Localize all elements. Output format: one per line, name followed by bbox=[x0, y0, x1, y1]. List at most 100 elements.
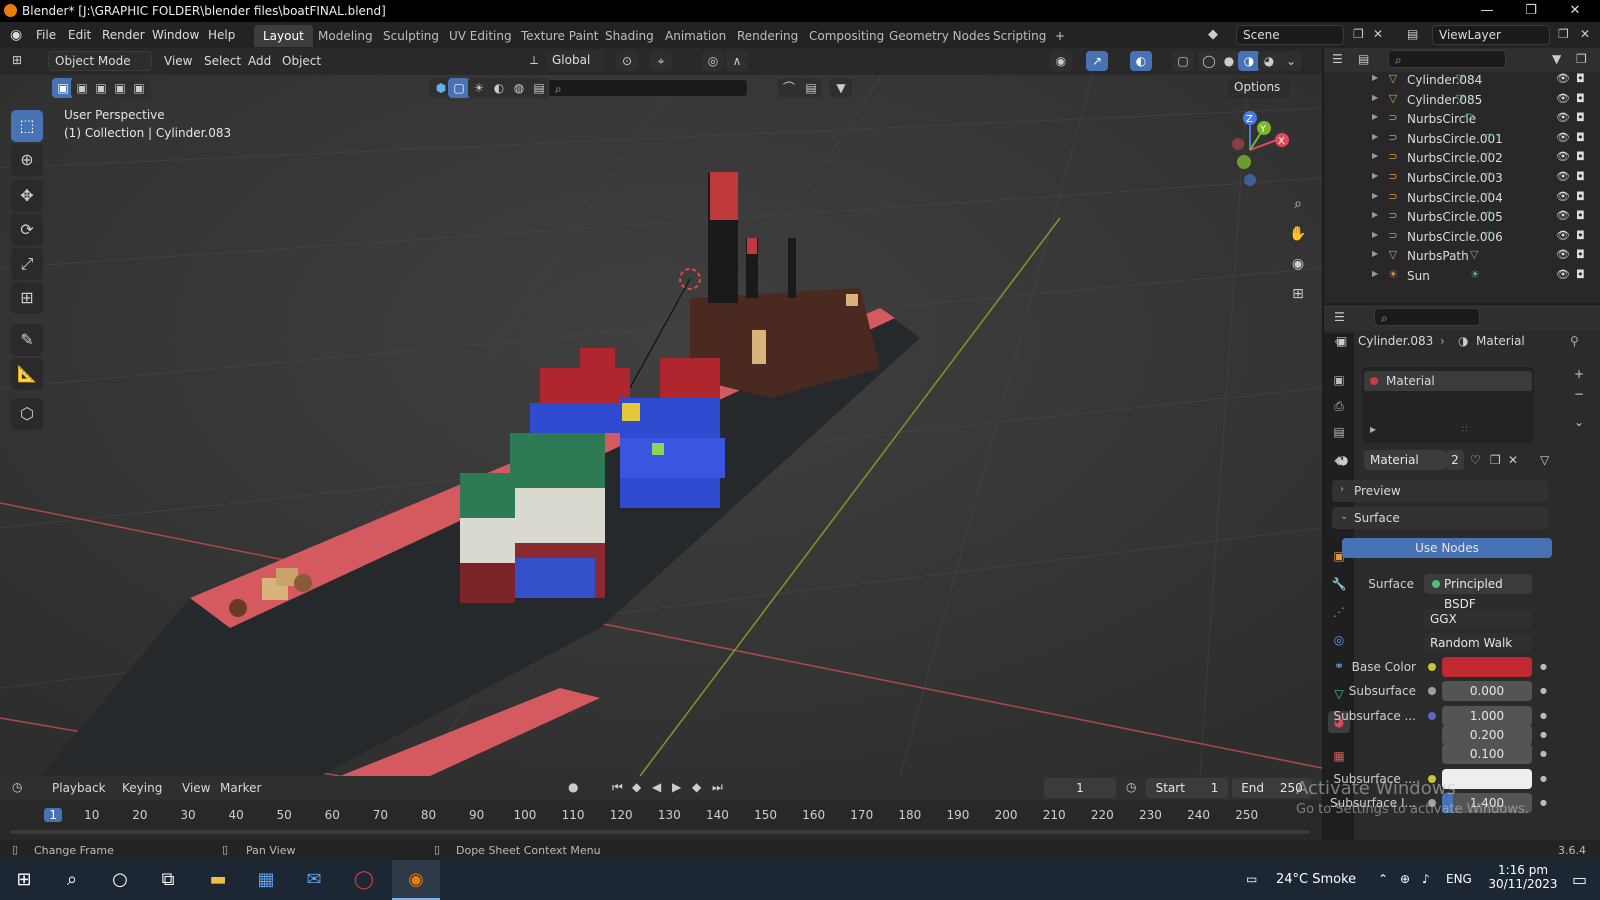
outliner-item[interactable]: ▶ ▽ NurbsPath ▽ 👁 ◘ bbox=[1324, 246, 1600, 266]
base-color-swatch[interactable] bbox=[1442, 657, 1532, 677]
wireframe-shading-icon[interactable]: ◯ bbox=[1198, 51, 1220, 71]
particles-tab-icon[interactable]: ⋰ bbox=[1328, 601, 1350, 623]
keyframe-dot-icon[interactable]: ● bbox=[1540, 711, 1547, 720]
outliner-item[interactable]: ▶ ⊃ NurbsCircle ⌒ 👁 ◘ bbox=[1324, 109, 1600, 129]
file-explorer-icon[interactable]: ▬ bbox=[206, 868, 230, 892]
expand-arrow-icon[interactable]: ▶ bbox=[1372, 269, 1378, 278]
minimize-button[interactable]: — bbox=[1464, 0, 1510, 22]
blender-menu-icon[interactable]: ◉ bbox=[10, 27, 22, 43]
options-dropdown[interactable]: Options bbox=[1228, 78, 1290, 98]
visibility-eye-icon[interactable]: 👁 bbox=[1556, 131, 1570, 144]
render-camera-icon[interactable]: ◘ bbox=[1576, 209, 1585, 222]
curve-data-icon[interactable]: ⌒ bbox=[1484, 209, 1495, 225]
visibility-eye-icon[interactable]: 👁 bbox=[1556, 209, 1570, 222]
visibility-eye-icon[interactable]: 👁 bbox=[1556, 229, 1570, 242]
display-mode-icon[interactable]: ▤ bbox=[1358, 52, 1369, 66]
expand-arrow-icon[interactable]: ▶ bbox=[1372, 230, 1378, 239]
distribution-dropdown[interactable]: GGX bbox=[1424, 609, 1532, 629]
maximize-button[interactable]: ❐ bbox=[1508, 0, 1554, 22]
task-view-icon[interactable]: ⧉ bbox=[156, 868, 180, 892]
mesh-data-icon[interactable]: ▽ bbox=[1456, 92, 1464, 105]
curve-data-icon[interactable]: ⌒ bbox=[1484, 229, 1495, 245]
tab-scripting[interactable]: Scripting bbox=[984, 25, 1055, 47]
solid-shading-icon[interactable]: ● bbox=[1218, 51, 1240, 71]
outliner-item[interactable]: ▶ ⊃ NurbsCircle.002 ⌒ 👁 ◘ bbox=[1324, 148, 1600, 168]
close-window-button[interactable]: ✕ bbox=[1552, 0, 1598, 22]
clock[interactable]: 1:16 pm 30/11/2023 bbox=[1488, 863, 1558, 891]
notifications-icon[interactable]: ▭ bbox=[1572, 870, 1587, 889]
material-slot-row[interactable]: Material bbox=[1364, 371, 1532, 391]
use-nodes-button[interactable]: Use Nodes bbox=[1342, 538, 1552, 558]
zoom-icon[interactable]: ⌕ bbox=[1286, 192, 1310, 216]
measure-tool-icon[interactable]: 📐 bbox=[11, 358, 43, 390]
curve-data-icon[interactable]: ⌒ bbox=[1484, 170, 1495, 186]
shader-input-field[interactable]: 1.000 bbox=[1442, 706, 1532, 726]
store-icon[interactable]: ▦ bbox=[254, 868, 278, 892]
menu-help[interactable]: Help bbox=[208, 28, 235, 42]
render-camera-icon[interactable]: ◘ bbox=[1576, 131, 1585, 144]
visibility-eye-icon[interactable]: 👁 bbox=[1556, 92, 1570, 105]
add-slot-icon[interactable]: + bbox=[1574, 367, 1584, 381]
outliner-item[interactable]: ▶ ▽ Cylinder.084 ▽ 👁 ◘ bbox=[1324, 70, 1600, 90]
tab-sculpting[interactable]: Sculpting bbox=[374, 25, 448, 47]
expand-slot-icon[interactable]: ▶ bbox=[1370, 425, 1376, 434]
expand-arrow-icon[interactable]: ▶ bbox=[1372, 93, 1378, 102]
remove-slot-icon[interactable]: − bbox=[1574, 387, 1584, 401]
tab-shading[interactable]: Shading bbox=[596, 25, 663, 47]
render-camera-icon[interactable]: ◘ bbox=[1576, 170, 1585, 183]
properties-editor-icon[interactable]: ☰ bbox=[1334, 310, 1345, 324]
pan-hand-icon[interactable]: ✋ bbox=[1286, 222, 1310, 246]
render-camera-icon[interactable]: ◘ bbox=[1576, 150, 1585, 163]
material-users-count[interactable]: 2 bbox=[1446, 450, 1464, 470]
preview-panel-header[interactable]: › Preview bbox=[1332, 480, 1548, 502]
expand-arrow-icon[interactable]: ▶ bbox=[1372, 132, 1378, 141]
expand-arrow-icon[interactable]: ▶ bbox=[1372, 210, 1378, 219]
input-socket-icon[interactable] bbox=[1428, 712, 1436, 720]
render-camera-icon[interactable]: ◘ bbox=[1576, 268, 1585, 281]
rendered-shading-icon[interactable]: ◕ bbox=[1258, 51, 1280, 71]
blender-taskbar-button[interactable]: ◉ bbox=[392, 860, 440, 900]
outliner-item[interactable]: ▶ ⊃ NurbsCircle.003 ⌒ 👁 ◘ bbox=[1324, 168, 1600, 188]
keyframe-dot-icon[interactable]: ● bbox=[1540, 774, 1547, 783]
tab-uv-editing[interactable]: UV Editing bbox=[440, 25, 521, 47]
language-indicator[interactable]: ENG bbox=[1446, 872, 1472, 886]
delete-scene-icon[interactable]: ✕ bbox=[1373, 27, 1383, 41]
curve-data-icon[interactable]: ⌒ bbox=[1484, 190, 1495, 206]
output-tab-icon[interactable]: ⎙ bbox=[1328, 395, 1350, 417]
link-icon[interactable]: ⌒ bbox=[778, 78, 800, 98]
link-data-icon[interactable]: ▽ bbox=[1540, 453, 1549, 467]
render-camera-icon[interactable]: ◘ bbox=[1576, 92, 1585, 105]
tab-modeling[interactable]: Modeling bbox=[309, 25, 382, 47]
other-filter-icon[interactable]: ▤ bbox=[528, 78, 550, 98]
viewport-menu-add[interactable]: Add bbox=[248, 54, 271, 68]
pivot-icon[interactable]: ⊙ bbox=[616, 51, 638, 71]
modifier-tab-icon[interactable]: 🔧 bbox=[1328, 573, 1350, 595]
outliner-item[interactable]: ▶ ⊃ NurbsCircle.005 ⌒ 👁 ◘ bbox=[1324, 207, 1600, 227]
render-camera-icon[interactable]: ◘ bbox=[1576, 111, 1585, 124]
expand-arrow-icon[interactable]: ▶ bbox=[1372, 171, 1378, 180]
expand-arrow-icon[interactable]: ▶ bbox=[1372, 191, 1378, 200]
material-shading-icon[interactable]: ◑ bbox=[1238, 51, 1260, 71]
delete-view-layer-icon[interactable]: ✕ bbox=[1580, 27, 1590, 41]
start-menu-icon[interactable]: ⊞ bbox=[12, 868, 36, 892]
keyframe-dot-icon[interactable]: ● bbox=[1540, 730, 1547, 739]
scene-icon[interactable]: ◆ bbox=[1208, 27, 1218, 42]
snap-icon[interactable]: ⌖ bbox=[650, 51, 672, 71]
viewport-menu-select[interactable]: Select bbox=[204, 54, 241, 68]
select-intersect-icon[interactable]: ▣ bbox=[128, 78, 150, 98]
curve-data-icon[interactable]: ⌒ bbox=[1484, 131, 1495, 147]
scene-selector[interactable]: Scene bbox=[1236, 25, 1344, 45]
light-filter-icon[interactable]: ☀ bbox=[468, 78, 490, 98]
move-tool-icon[interactable]: ✥ bbox=[11, 180, 43, 212]
shader-input-field[interactable]: 0.100 bbox=[1442, 744, 1532, 764]
camera-filter-icon[interactable]: ◐ bbox=[488, 78, 510, 98]
overlay-toggle-icon[interactable]: ◐ bbox=[1130, 51, 1152, 71]
outliner-filter-icon[interactable]: ▼ bbox=[1552, 52, 1561, 66]
view-layer-icon[interactable]: ▤ bbox=[1407, 27, 1418, 41]
pin-icon[interactable]: ⚲ bbox=[1570, 334, 1579, 348]
mesh-data-icon[interactable]: ▽ bbox=[1470, 248, 1478, 261]
visibility-eye-icon[interactable]: 👁 bbox=[1556, 268, 1570, 281]
view-options-icon[interactable]: ▤ bbox=[800, 78, 822, 98]
curve-data-icon[interactable]: ⌒ bbox=[1484, 150, 1495, 166]
shader-input-field[interactable]: 0.000 bbox=[1442, 681, 1532, 701]
